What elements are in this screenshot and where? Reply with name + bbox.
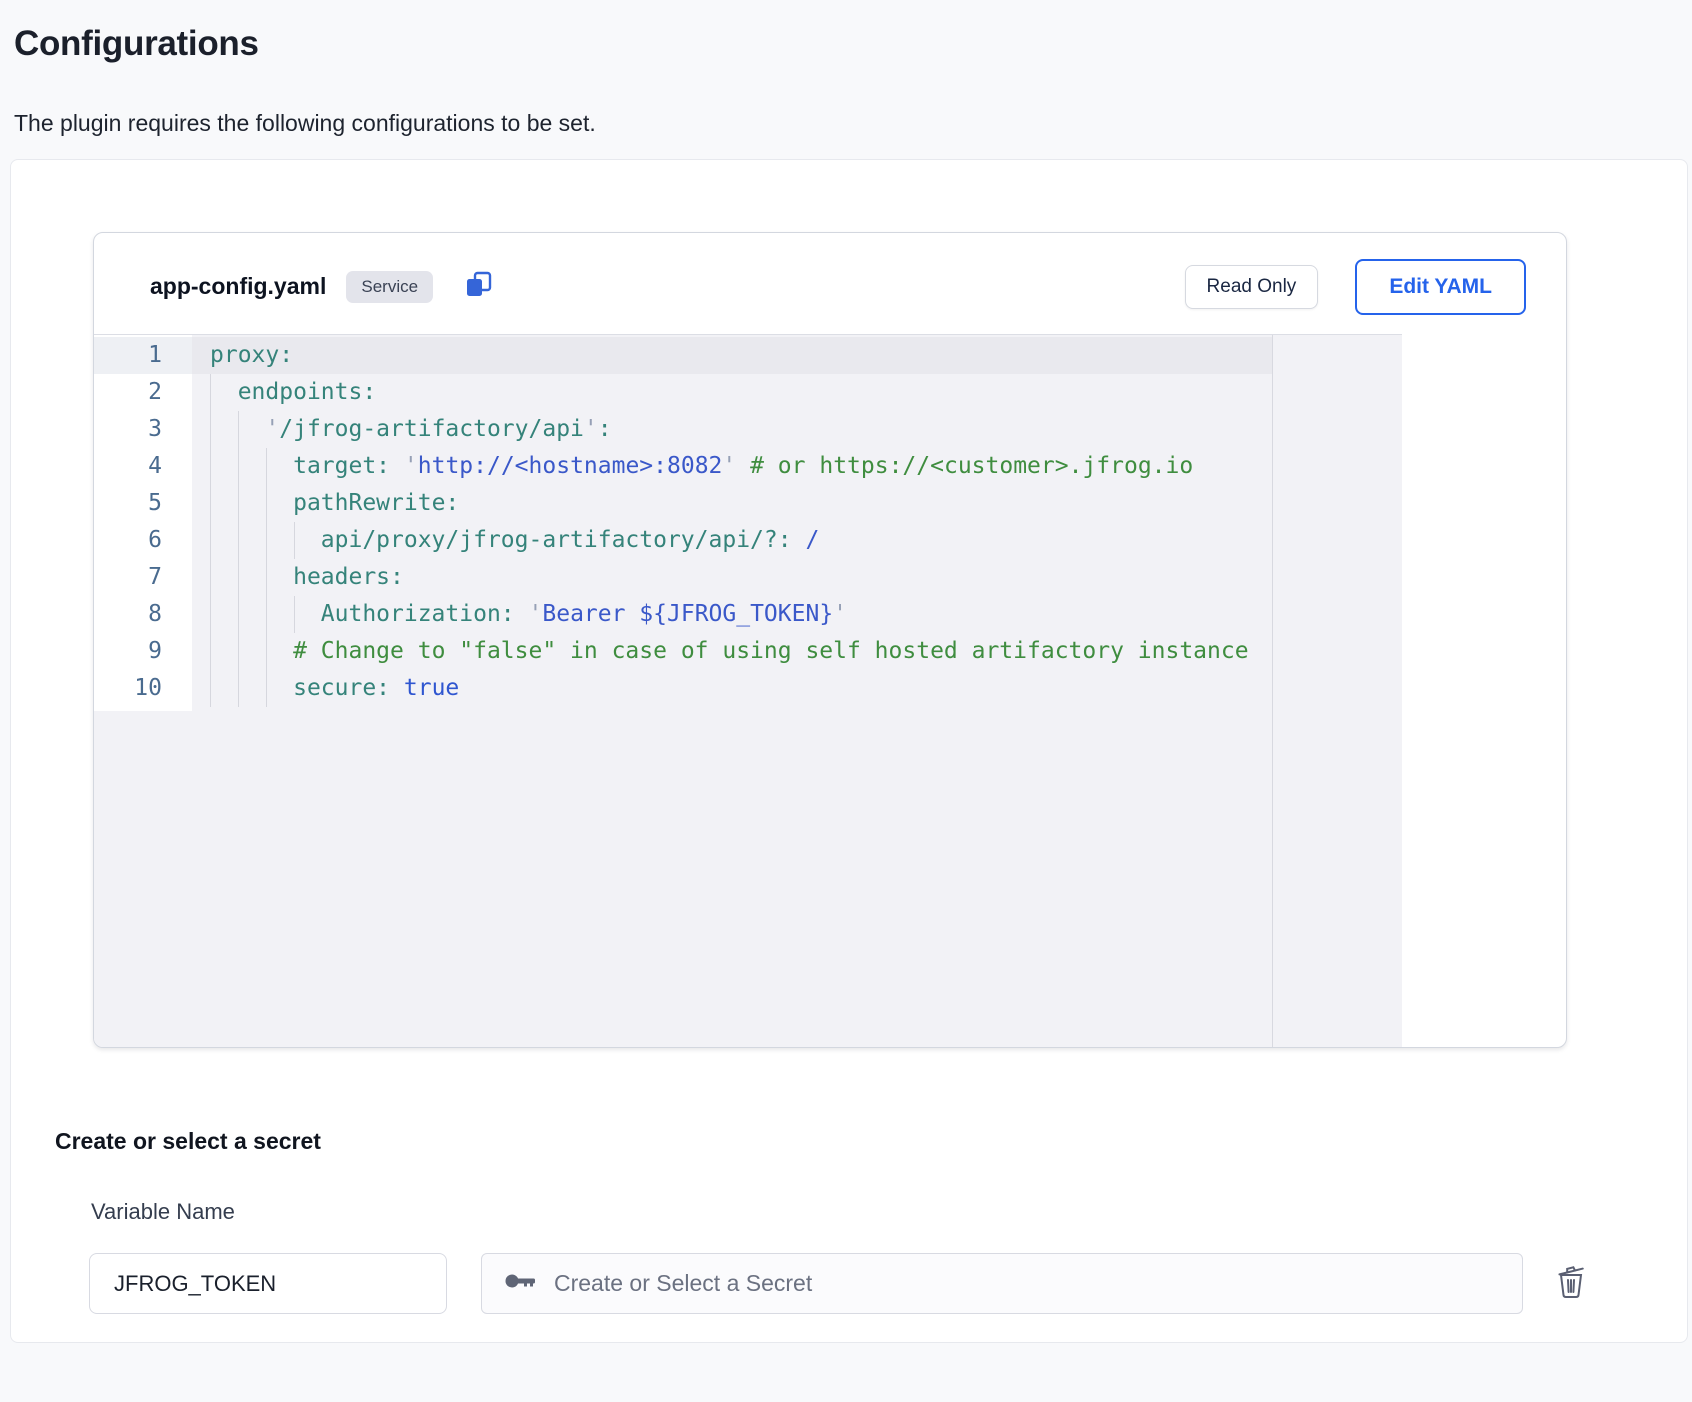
copy-button[interactable] (465, 271, 493, 302)
line-number: 8 (94, 596, 192, 633)
yaml-card-header: app-config.yaml Service Read Only Edit Y… (94, 233, 1566, 334)
line-number: 2 (94, 374, 192, 411)
code-line[interactable]: headers: (192, 559, 1272, 596)
line-number: 6 (94, 522, 192, 559)
code-line[interactable]: secure: true (192, 670, 1272, 707)
secret-select-placeholder: Create or Select a Secret (554, 1270, 812, 1297)
line-number: 4 (94, 448, 192, 485)
code-line[interactable]: target: 'http://<hostname>:8082' # or ht… (192, 448, 1272, 485)
line-number: 7 (94, 559, 192, 596)
line-number: 5 (94, 485, 192, 522)
trash-icon (1555, 1264, 1587, 1303)
page-subtitle: The plugin requires the following config… (14, 110, 1692, 137)
indent-guide (266, 448, 267, 707)
yaml-config-card: app-config.yaml Service Read Only Edit Y… (93, 232, 1567, 1048)
line-number: 10 (94, 670, 192, 707)
config-filename: app-config.yaml (150, 273, 326, 300)
line-number: 1 (94, 337, 192, 374)
code-line[interactable]: endpoints: (192, 374, 1272, 411)
editor-scrollbar[interactable] (1272, 335, 1273, 1048)
secret-select-input[interactable]: Create or Select a Secret (481, 1253, 1523, 1314)
service-badge: Service (346, 271, 433, 303)
code-line[interactable]: proxy: (192, 337, 1272, 374)
indent-guide (294, 596, 295, 633)
copy-icon (465, 271, 493, 302)
indent-guide (238, 411, 239, 707)
key-icon (504, 1269, 538, 1298)
read-only-button[interactable]: Read Only (1185, 265, 1319, 309)
variable-name-label: Variable Name (91, 1199, 1687, 1225)
secret-section-heading: Create or select a secret (55, 1128, 1687, 1155)
code-line[interactable]: pathRewrite: (192, 485, 1272, 522)
secret-inputs-row: Create or Select a Secret (89, 1253, 1609, 1314)
yaml-code-editor[interactable]: 12345678910 proxy: endpoints: '/jfrog-ar… (94, 334, 1402, 1047)
page-header: Configurations The plugin requires the f… (0, 0, 1692, 137)
code-line[interactable]: Authorization: 'Bearer ${JFROG_TOKEN}' (192, 596, 1272, 633)
edit-yaml-button[interactable]: Edit YAML (1355, 259, 1526, 315)
configuration-panel: app-config.yaml Service Read Only Edit Y… (10, 159, 1688, 1343)
line-number: 3 (94, 411, 192, 448)
gutter: 12345678910 (94, 335, 192, 711)
code-line[interactable]: api/proxy/jfrog-artifactory/api/?: / (192, 522, 1272, 559)
indent-guide (294, 522, 295, 559)
indent-guide (210, 374, 211, 707)
code-content[interactable]: proxy: endpoints: '/jfrog-artifactory/ap… (192, 337, 1272, 707)
code-line[interactable]: # Change to "false" in case of using sel… (192, 633, 1272, 670)
variable-name-input[interactable] (89, 1253, 447, 1314)
code-line[interactable]: '/jfrog-artifactory/api': (192, 411, 1272, 448)
delete-secret-button[interactable] (1555, 1264, 1587, 1303)
page-title: Configurations (14, 24, 1692, 64)
line-number: 9 (94, 633, 192, 670)
